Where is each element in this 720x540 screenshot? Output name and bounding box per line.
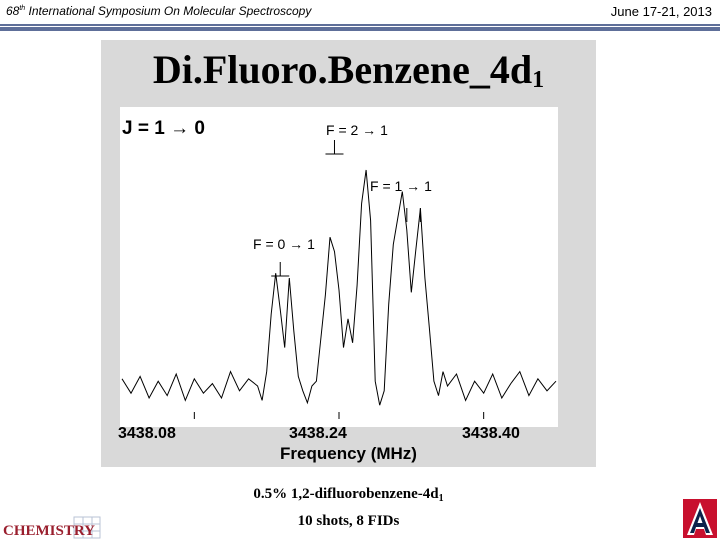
x-axis-label: Frequency (MHz) [280, 444, 417, 463]
x-tick-label: 3438.40 [462, 425, 520, 442]
chemistry-logo-text: CHEMISTRY [3, 523, 95, 539]
figure-caption: 0.5% 1,2-difluorobenzene-4d1 10 shots, 8… [101, 483, 596, 532]
spectrum-trace [121, 169, 557, 406]
f11-label: F = 1 → 1 [370, 178, 432, 194]
x-tick-label: 3438.08 [118, 425, 176, 442]
caption-line-1: 0.5% 1,2-difluorobenzene-4d1 [101, 483, 596, 510]
x-tick-label: 3438.24 [289, 425, 347, 442]
chemistry-logo: CHEMISTRY [3, 516, 101, 539]
f01-label: F = 0 → 1 [253, 236, 315, 252]
caption-subscript: 1 [438, 493, 444, 504]
j-transition-label: J = 1 → 0 [122, 118, 205, 139]
caption-sample: 0.5% 1,2-difluorobenzene-4d [253, 486, 439, 502]
university-logo [683, 499, 717, 538]
f21-label: F = 2 → 1 [326, 122, 388, 138]
caption-line-2: 10 shots, 8 FIDs [297, 513, 400, 529]
